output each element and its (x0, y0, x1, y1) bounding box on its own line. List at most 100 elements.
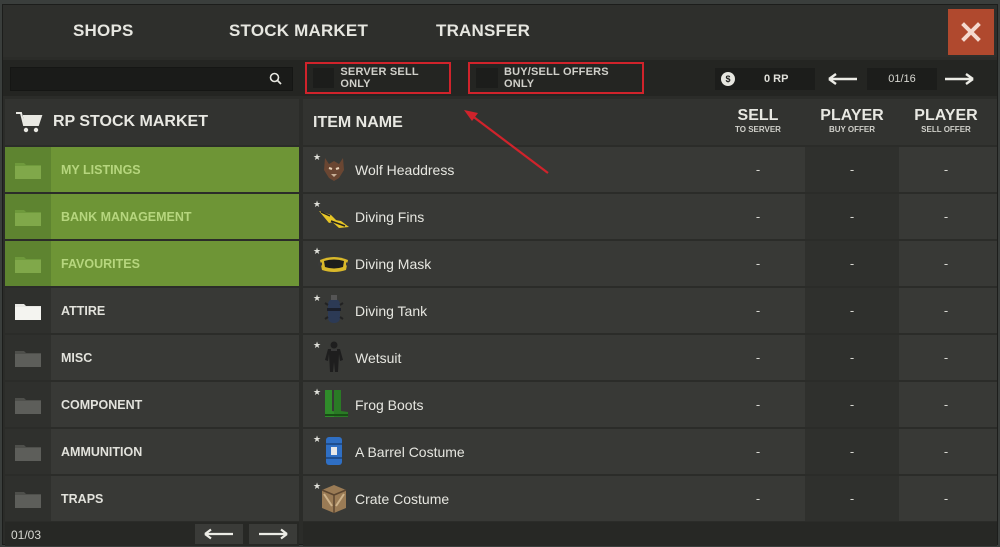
player-sell-offer-cell: - (943, 303, 949, 318)
sell-offer-header-sub: SELL OFFER (921, 125, 971, 134)
player-buy-offer-cell: - (805, 335, 899, 380)
sell-to-server-cell: - (755, 397, 761, 412)
folder-icon (15, 256, 41, 273)
search-input[interactable] (10, 67, 293, 91)
folder-icon-box (5, 147, 51, 192)
player-buy-offer-cell: - (805, 241, 899, 286)
table-row[interactable]: ★ Diving Tank - - - (303, 288, 997, 333)
player-buy-offer-cell: - (805, 429, 899, 474)
sell-to-server-cell: - (755, 162, 761, 177)
sidebar-item-label: COMPONENT (61, 397, 143, 412)
tab-transfer[interactable]: TRANSFER (436, 21, 530, 41)
player-sell-offer-cell: - (943, 397, 949, 412)
player-buy-offer-cell: - (805, 147, 899, 192)
sidebar-item-misc[interactable]: MISC (5, 335, 299, 380)
top-nav: SHOPS STOCK MARKET TRANSFER (3, 5, 997, 57)
buy-sell-offers-only-label: BUY/SELL OFFERS ONLY (503, 66, 609, 90)
folder-icon (15, 162, 41, 179)
diving-fins-icon (317, 199, 351, 233)
player-sell-offer-cell: - (943, 444, 949, 459)
sell-offer-header-main: PLAYER (914, 107, 978, 124)
player-buy-offer-header[interactable]: PLAYER BUY OFFER (805, 107, 899, 135)
diving-mask-icon (317, 246, 351, 280)
buy-sell-offers-only-filter[interactable]: BUY/SELL OFFERS ONLY (468, 62, 644, 94)
buy-header-sub: BUY OFFER (828, 125, 876, 134)
folder-icon-box (5, 429, 51, 474)
close-button[interactable] (948, 9, 994, 55)
server-sell-only-checkbox[interactable] (313, 68, 335, 88)
folder-icon-box (5, 241, 51, 286)
folder-icon (15, 397, 41, 414)
item-name: Diving Mask (355, 256, 432, 272)
tab-shops[interactable]: SHOPS (73, 21, 134, 41)
sidebar-item-my-listings[interactable]: MY LISTINGS (5, 147, 299, 192)
sidebar-item-label: BANK MANAGEMENT (61, 209, 192, 224)
sell-to-server-cell: - (755, 256, 761, 271)
sidebar-item-ammunition[interactable]: AMMUNITION (5, 429, 299, 474)
coin-icon: $ (721, 72, 735, 86)
folder-icon-box (5, 382, 51, 427)
toolbar: SERVER SELL ONLY BUY/SELL OFFERS ONLY $ … (3, 60, 997, 96)
sell-header-main: SELL (737, 107, 779, 124)
folder-icon (15, 303, 41, 320)
buy-header-main: PLAYER (820, 107, 884, 124)
sell-to-server-header[interactable]: SELL TO SERVER (711, 107, 805, 135)
search-icon[interactable] (269, 72, 282, 85)
sell-to-server-cell: - (755, 303, 761, 318)
table-row[interactable]: ★ A Barrel Costume - - - (303, 429, 997, 474)
category-prev-button[interactable] (195, 524, 243, 544)
server-sell-only-label: SERVER SELL ONLY (340, 66, 419, 90)
folder-icon-box (5, 335, 51, 380)
folder-icon (15, 350, 41, 367)
category-next-button[interactable] (249, 524, 297, 544)
diving-tank-icon (317, 293, 351, 327)
table-row[interactable]: ★ Wetsuit - - - (303, 335, 997, 380)
item-name: Crate Costume (355, 491, 450, 507)
folder-icon (15, 444, 41, 461)
rp-balance-value: 0 RP (764, 73, 789, 85)
sidebar-item-label: AMMUNITION (61, 444, 143, 459)
table-row[interactable]: ★ Crate Costume - - - (303, 476, 997, 521)
sell-to-server-cell: - (755, 350, 761, 365)
player-sell-offer-cell: - (943, 256, 949, 271)
sidebar-item-attire[interactable]: ATTIRE (5, 288, 299, 333)
prev-page-button[interactable] (825, 68, 861, 90)
table-row[interactable]: ★ Wolf Headdress - - - (303, 147, 997, 192)
player-sell-offer-cell: - (943, 491, 949, 506)
player-sell-offer-header[interactable]: PLAYER SELL OFFER (899, 107, 993, 135)
folder-icon-box (5, 476, 51, 521)
buy-sell-offers-only-checkbox[interactable] (476, 68, 498, 88)
sidebar-item-traps[interactable]: TRAPS (5, 476, 299, 521)
table-header: ITEM NAME SELL TO SERVER PLAYER BUY OFFE… (303, 99, 997, 145)
sidebar-item-bank-management[interactable]: BANK MANAGEMENT (5, 194, 299, 239)
barrel-costume-icon (317, 434, 351, 468)
folder-icon-box (5, 194, 51, 239)
player-buy-offer-cell: - (805, 194, 899, 239)
category-page-indicator: 01/03 (11, 528, 42, 542)
player-buy-offer-cell: - (805, 288, 899, 333)
item-name: Diving Tank (355, 303, 428, 319)
page-indicator: 01/16 (867, 68, 937, 90)
next-page-button[interactable] (941, 68, 977, 90)
table-row[interactable]: ★ Frog Boots - - - (303, 382, 997, 427)
sidebar-item-label: TRAPS (61, 491, 104, 506)
sidebar-item-label: ATTIRE (61, 303, 106, 318)
sidebar-item-label: MISC (61, 350, 93, 365)
player-buy-offer-cell: - (805, 476, 899, 521)
item-name: Diving Fins (355, 209, 425, 225)
server-sell-only-filter[interactable]: SERVER SELL ONLY (305, 62, 451, 94)
arrow-left-icon (828, 73, 857, 85)
sidebar-item-favourites[interactable]: FAVOURITES (5, 241, 299, 286)
table-row[interactable]: ★ Diving Mask - - - (303, 241, 997, 286)
cart-icon (16, 112, 43, 133)
arrow-right-icon (259, 528, 288, 540)
item-name: Frog Boots (355, 397, 424, 413)
tab-stock-market[interactable]: STOCK MARKET (229, 21, 368, 41)
table-row[interactable]: ★ Diving Fins - - - (303, 194, 997, 239)
sell-header-sub: TO SERVER (735, 125, 781, 134)
folder-icon (15, 491, 41, 508)
sidebar-item-component[interactable]: COMPONENT (5, 382, 299, 427)
sell-to-server-cell: - (755, 444, 761, 459)
item-name-header: ITEM NAME (313, 114, 403, 131)
crate-costume-icon (317, 481, 351, 515)
